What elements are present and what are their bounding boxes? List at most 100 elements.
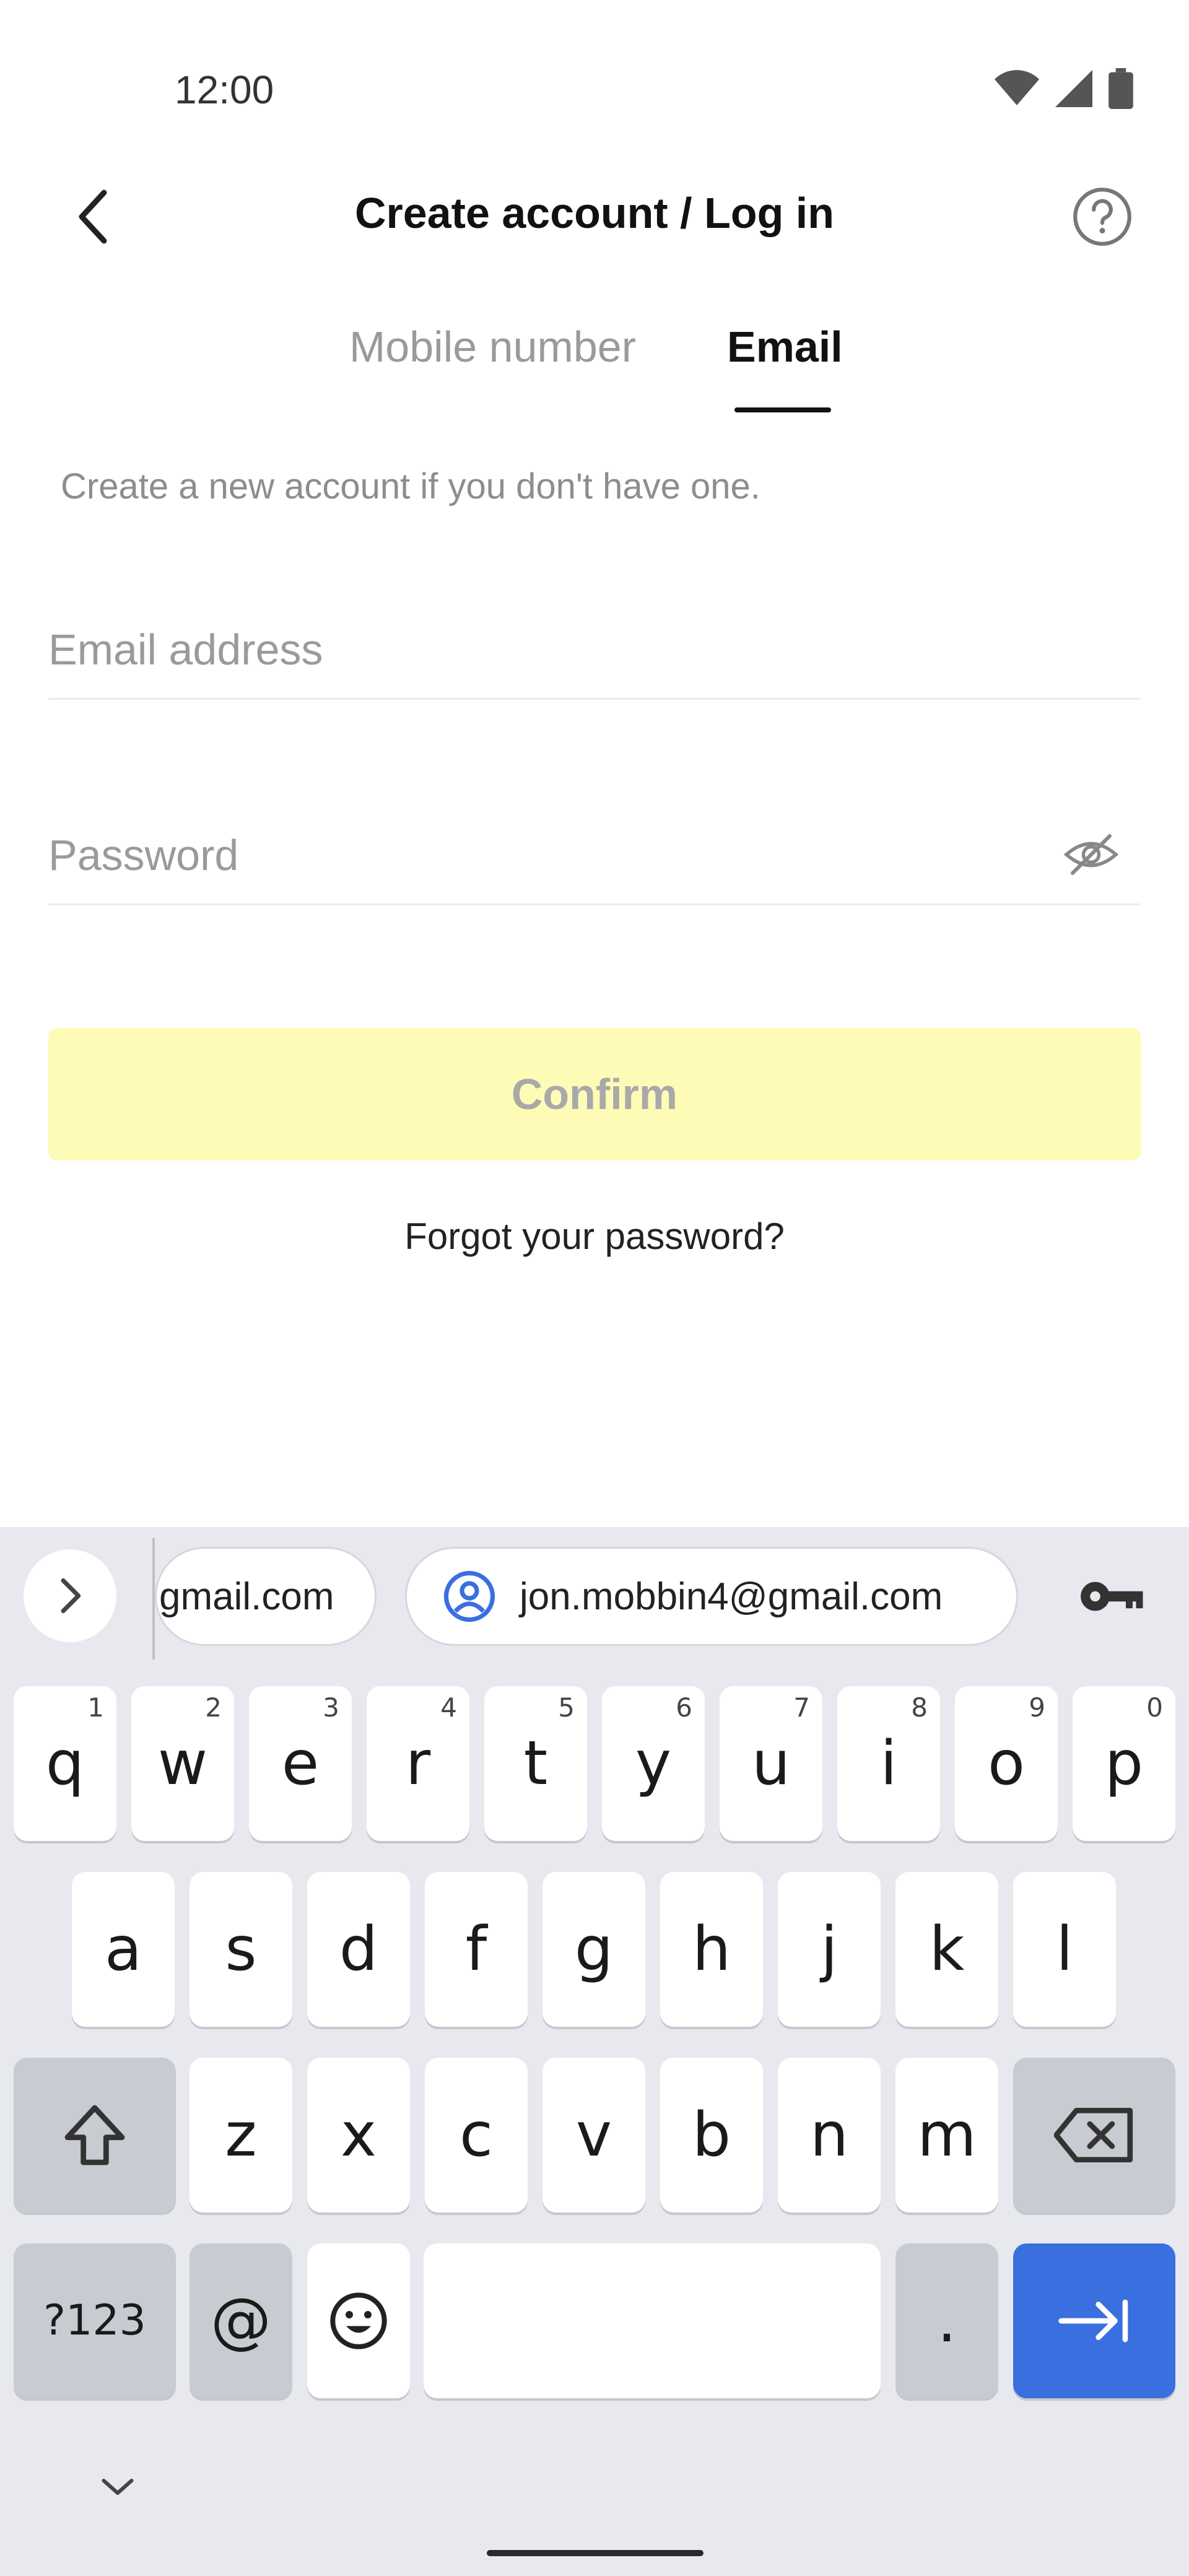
app-header: Create account / Log in — [0, 161, 1189, 272]
key-hint-number: 1 — [87, 1692, 104, 1723]
key-l[interactable]: l — [1013, 1872, 1116, 2027]
password-field-container — [48, 800, 1141, 905]
account-circle-icon — [443, 1570, 495, 1622]
key-x[interactable]: x — [307, 2058, 410, 2213]
key-label: z — [225, 2100, 257, 2170]
key-b[interactable]: b — [660, 2058, 763, 2213]
key-f[interactable]: f — [425, 1872, 528, 2027]
tab-mobile-number[interactable]: Mobile number — [349, 322, 636, 372]
signal-icon — [1055, 70, 1092, 107]
key-w[interactable]: w2 — [131, 1686, 234, 1841]
key-hint-number: 3 — [323, 1692, 339, 1723]
key-label: v — [576, 2100, 612, 2170]
symbols-key[interactable]: ?123 — [14, 2243, 176, 2398]
key-label: t — [523, 1728, 548, 1799]
key-j[interactable]: j — [778, 1872, 881, 2027]
status-time: 12:00 — [175, 67, 274, 112]
key-label: p — [1104, 1728, 1144, 1799]
key-h[interactable]: h — [660, 1872, 763, 2027]
password-manager-button[interactable] — [1075, 1565, 1149, 1627]
key-hint-number: 7 — [793, 1692, 810, 1723]
suggestion-chip-account[interactable]: jon.mobbin4@gmail.com — [405, 1547, 1018, 1646]
password-input[interactable] — [48, 800, 1141, 903]
help-icon — [1073, 188, 1131, 246]
key-label: x — [341, 2100, 377, 2170]
expand-suggestions-button[interactable] — [24, 1549, 116, 1642]
key-g[interactable]: g — [542, 1872, 645, 2027]
account-hint: Create a new account if you don't have o… — [61, 466, 760, 507]
key-label: u — [751, 1728, 791, 1799]
email-input[interactable] — [48, 594, 1141, 698]
key-icon — [1081, 1582, 1143, 1611]
soft-keyboard: gmail.com jon.mobbin4@gmail.com q1w2e3r4… — [0, 1527, 1189, 2576]
status-bar: 12:00 — [0, 0, 1189, 161]
space-key[interactable] — [424, 2243, 881, 2398]
key-c[interactable]: c — [425, 2058, 528, 2213]
key-s[interactable]: s — [189, 1872, 292, 2027]
eye-off-icon — [1063, 834, 1119, 875]
key-i[interactable]: i8 — [837, 1686, 940, 1841]
home-indicator[interactable] — [487, 2550, 703, 2556]
backspace-icon — [1054, 2107, 1133, 2163]
status-icons — [995, 68, 1133, 109]
suggestion-divider — [152, 1538, 155, 1660]
toggle-password-visibility-button[interactable] — [1060, 824, 1122, 886]
key-label: w — [157, 1728, 208, 1799]
key-label: s — [225, 1914, 257, 1985]
wifi-icon — [995, 70, 1039, 105]
key-y[interactable]: y6 — [602, 1686, 705, 1841]
key-label: a — [104, 1914, 142, 1985]
key-z[interactable]: z — [189, 2058, 292, 2213]
key-label: y — [635, 1728, 671, 1799]
key-label: k — [929, 1914, 965, 1985]
key-k[interactable]: k — [895, 1872, 998, 2027]
tab-email[interactable]: Email — [727, 322, 843, 372]
key-q[interactable]: q1 — [14, 1686, 116, 1841]
emoji-icon — [330, 2292, 387, 2349]
key-hint-number: 2 — [205, 1692, 222, 1723]
login-method-tabs: Mobile number Email — [0, 310, 1189, 421]
key-v[interactable]: v — [542, 2058, 645, 2213]
key-label: l — [1056, 1914, 1073, 1985]
key-r[interactable]: r4 — [367, 1686, 469, 1841]
key-e[interactable]: e3 — [249, 1686, 352, 1841]
key-label: f — [465, 1914, 487, 1985]
key-label: d — [339, 1914, 378, 1985]
key-label: n — [809, 2100, 849, 2170]
key-d[interactable]: d — [307, 1872, 410, 2027]
at-key[interactable]: @ — [189, 2243, 292, 2398]
next-field-key[interactable] — [1013, 2243, 1175, 2398]
key-hint-number: 6 — [676, 1692, 692, 1723]
key-u[interactable]: u7 — [720, 1686, 822, 1841]
key-m[interactable]: m — [895, 2058, 998, 2213]
active-tab-indicator — [734, 407, 831, 412]
key-hint-number: 4 — [440, 1692, 457, 1723]
key-label: q — [45, 1728, 85, 1799]
confirm-button[interactable]: Confirm — [48, 1028, 1141, 1160]
key-p[interactable]: p0 — [1073, 1686, 1175, 1841]
emoji-key[interactable] — [307, 2243, 410, 2398]
key-label: r — [405, 1728, 431, 1799]
battery-icon — [1108, 68, 1133, 109]
key-label: h — [692, 1914, 731, 1985]
chevron-down-icon — [102, 2479, 134, 2495]
email-field-container — [48, 594, 1141, 700]
suggestion-chip[interactable]: gmail.com — [155, 1547, 377, 1646]
key-t[interactable]: t5 — [484, 1686, 587, 1841]
key-n[interactable]: n — [778, 2058, 881, 2213]
key-label: g — [574, 1914, 614, 1985]
period-key[interactable]: . — [895, 2243, 998, 2398]
help-button[interactable] — [1065, 180, 1139, 254]
chevron-right-icon — [61, 1578, 81, 1614]
backspace-key[interactable] — [1013, 2058, 1175, 2213]
key-label: e — [281, 1728, 320, 1799]
suggestion-text: gmail.com — [159, 1575, 334, 1618]
shift-key[interactable] — [14, 2058, 176, 2213]
key-o[interactable]: o9 — [955, 1686, 1058, 1841]
key-label: m — [917, 2100, 977, 2170]
key-a[interactable]: a — [72, 1872, 175, 2027]
forgot-password-link[interactable]: Forgot your password? — [0, 1215, 1189, 1258]
collapse-keyboard-button[interactable] — [87, 2456, 149, 2518]
tab-next-icon — [1058, 2299, 1128, 2343]
key-label: o — [988, 1728, 1025, 1799]
